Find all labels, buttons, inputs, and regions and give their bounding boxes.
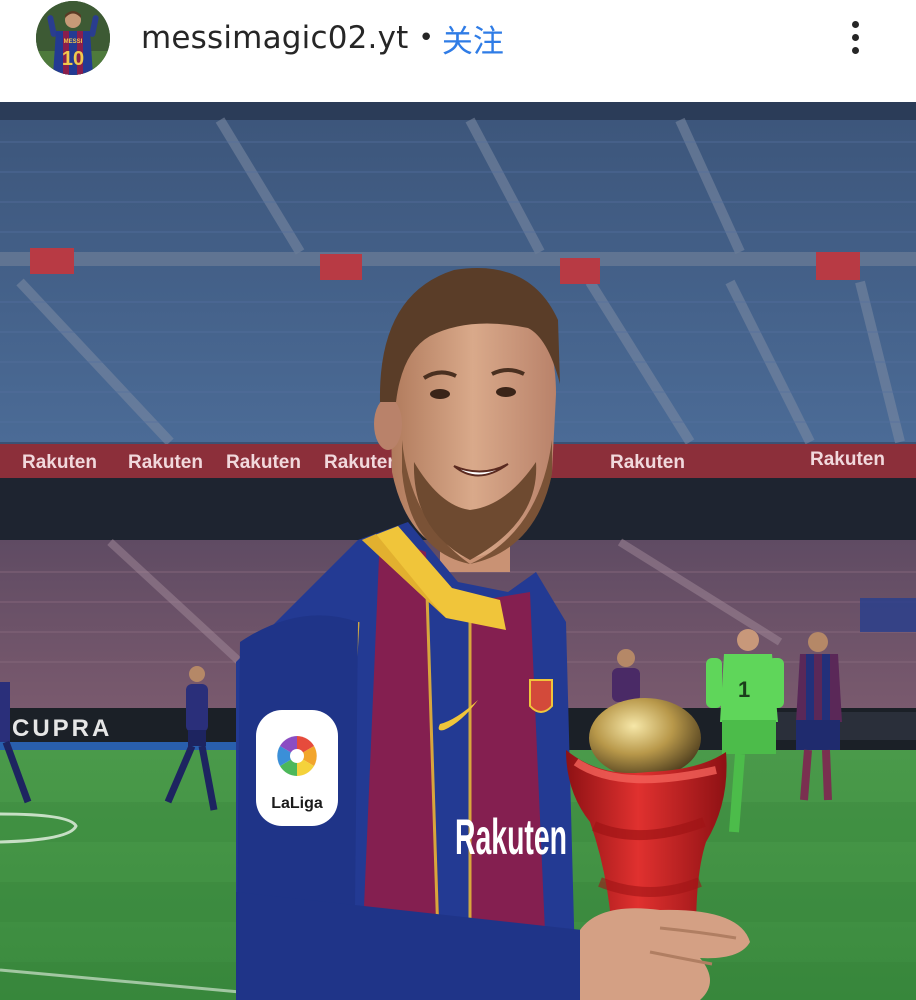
avatar-image: MESSI 10	[36, 1, 110, 75]
shirt-sponsor-text: Rakuten	[455, 809, 567, 865]
board-sponsor-text: Rakuten	[128, 452, 203, 473]
avatar[interactable]: MESSI 10	[36, 1, 110, 75]
trophy-ball	[589, 698, 701, 778]
separator-dot: •	[418, 23, 434, 53]
avatar-jersey-number: 10	[62, 48, 84, 70]
laliga-badge-text: LaLiga	[271, 795, 323, 812]
header-text: messimagic02.yt • 关注	[141, 14, 504, 62]
goalkeeper-number: 1	[738, 677, 750, 702]
more-dot-icon	[851, 33, 859, 41]
post-image[interactable]: Rakuten Rakuten Rakuten Rakuten Rakuten …	[0, 102, 916, 1000]
club-crest	[529, 679, 553, 713]
post-header: MESSI 10 messimagic02.yt • 关注	[0, 0, 916, 102]
avatar-jersey-name: MESSI	[64, 39, 83, 45]
follow-button[interactable]: 关注	[442, 16, 504, 61]
board-sponsor-text: Rakuten	[324, 452, 399, 473]
board-sponsor-text: Rakuten	[810, 449, 885, 470]
stadium-photo: Rakuten Rakuten Rakuten Rakuten Rakuten …	[0, 102, 916, 1000]
board-sponsor-text: Rakuten	[22, 452, 97, 473]
board-sponsor-text: Rakuten	[610, 452, 685, 473]
ad-board-text: CUPRA	[12, 715, 112, 742]
username-link[interactable]: messimagic02.yt	[141, 20, 409, 56]
board-sponsor-text: Rakuten	[226, 452, 301, 473]
more-dot-icon	[851, 20, 859, 28]
post-screen: MESSI 10 messimagic02.yt • 关注 Rakuten Ra…	[0, 0, 916, 1000]
more-dot-icon	[851, 46, 859, 54]
more-options-button[interactable]	[836, 12, 874, 62]
